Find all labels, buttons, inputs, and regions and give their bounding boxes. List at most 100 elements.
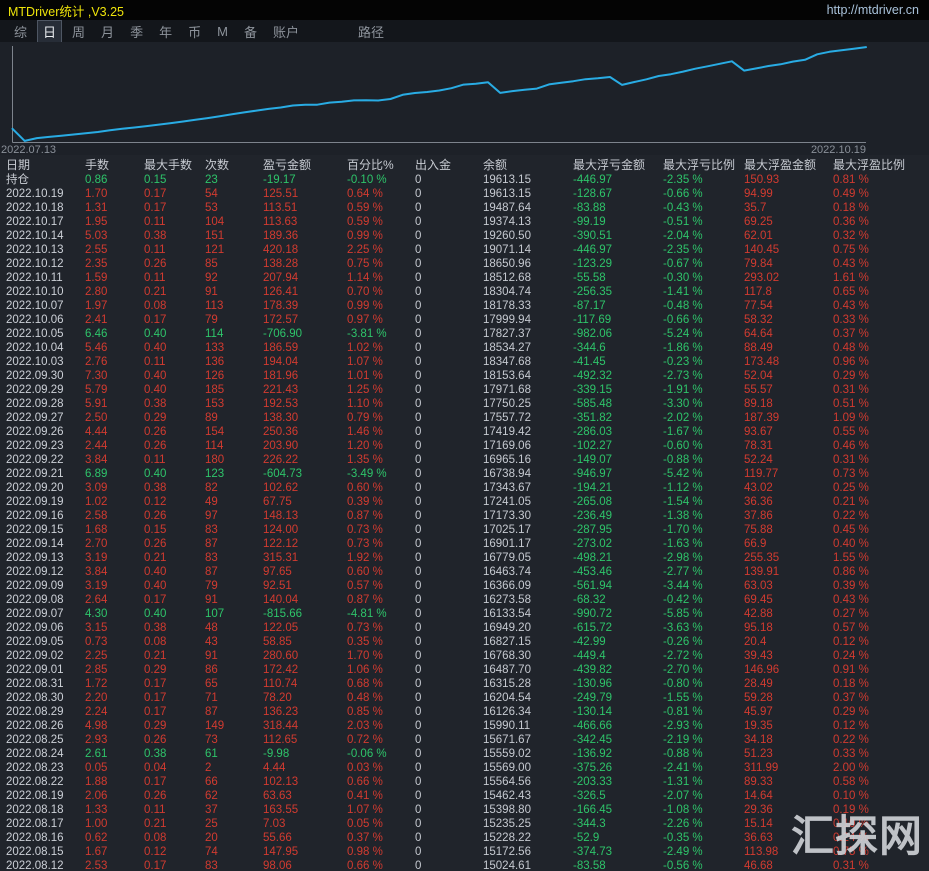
cell-date: 2022.09.23 [6, 440, 64, 452]
table-row[interactable]: 2022.09.23 2.44 0.26 114 203.90 1.20 % 0 17169.… [0, 439, 929, 453]
cell-max-float-profit: 14.64 [744, 790, 773, 802]
cell-pct: 0.37 % [347, 832, 383, 844]
table-row[interactable]: 2022.08.15 1.67 0.12 74 147.95 0.98 % 0 15172.5… [0, 845, 929, 859]
table-row[interactable]: 2022.09.05 0.73 0.08 43 58.85 0.35 % 0 16827.15… [0, 635, 929, 649]
cell-balance: 16779.05 [483, 552, 531, 564]
table-row[interactable]: 持仓 0.86 0.15 23 -19.17 -0.10 % 0 19613.15 -446.9… [0, 173, 929, 187]
col-header-max-float-profit-pct: 最大浮盈比例 [833, 158, 906, 172]
table-row[interactable]: 2022.10.18 1.31 0.17 53 113.51 0.59 % 0 19487.6… [0, 201, 929, 215]
table-row[interactable]: 2022.09.09 3.19 0.40 79 92.51 0.57 % 0 16366.09… [0, 579, 929, 593]
cell-max-float-profit: 64.64 [744, 328, 773, 340]
menu-item-M[interactable]: M [212, 23, 233, 40]
table-row[interactable]: 2022.10.07 1.97 0.08 113 178.39 0.99 % 0 18178.… [0, 299, 929, 313]
table-row[interactable]: 2022.10.03 2.76 0.11 136 194.04 1.07 % 0 18347.… [0, 355, 929, 369]
cell-date: 2022.09.12 [6, 566, 64, 578]
table-row[interactable]: 2022.09.01 2.85 0.29 86 172.42 1.06 % 0 16487.7… [0, 663, 929, 677]
table-row[interactable]: 2022.08.31 1.72 0.17 65 110.74 0.68 % 0 16315.2… [0, 677, 929, 691]
cell-trades: 85 [205, 258, 218, 270]
cell-pct: 0.79 % [347, 412, 383, 424]
table-row[interactable]: 2022.08.29 2.24 0.17 87 136.23 0.85 % 0 16126.3… [0, 705, 929, 719]
cell-trades: 83 [205, 524, 218, 536]
menu-item-日[interactable]: 日 [37, 19, 63, 43]
cell-max-lots: 0.26 [144, 790, 167, 802]
table-row[interactable]: 2022.09.28 5.91 0.38 153 192.53 1.10 % 0 17750.… [0, 397, 929, 411]
table-row[interactable]: 2022.10.14 5.03 0.38 151 189.36 0.99 % 0 19260.… [0, 229, 929, 243]
table-row[interactable]: 2022.08.16 0.62 0.08 20 55.66 0.37 % 0 15228.22… [0, 831, 929, 845]
table-row[interactable]: 2022.10.13 2.55 0.11 121 420.18 2.25 % 0 19071.… [0, 243, 929, 257]
table-row[interactable]: 2022.08.17 1.00 0.21 25 7.03 0.05 % 0 15235.25 -… [0, 817, 929, 831]
menu-item-账户[interactable]: 账户 [268, 21, 304, 42]
cell-trades: 92 [205, 272, 218, 284]
cell-pnl: 163.55 [263, 804, 299, 816]
table-row[interactable]: 2022.10.11 1.59 0.11 92 207.94 1.14 % 0 18512.6… [0, 271, 929, 285]
cell-max-float-loss: -42.99 [573, 636, 606, 648]
table-row[interactable]: 2022.10.10 2.80 0.21 91 126.41 0.70 % 0 18304.7… [0, 285, 929, 299]
cell-pct: 1.07 % [347, 804, 383, 816]
table-row[interactable]: 2022.10.12 2.35 0.26 85 138.28 0.75 % 0 18650.9… [0, 257, 929, 271]
cell-pnl: 192.53 [263, 398, 299, 410]
cell-max-float-loss: -561.94 [573, 580, 613, 592]
table-row[interactable]: 2022.08.26 4.98 0.29 149 318.44 2.03 % 0 15990.… [0, 719, 929, 733]
table-row[interactable]: 2022.09.20 3.09 0.38 82 102.62 0.60 % 0 17343.6… [0, 481, 929, 495]
cell-max-lots: 0.38 [144, 230, 167, 242]
cell-balance: 17169.06 [483, 440, 531, 452]
table-row[interactable]: 2022.09.13 3.19 0.21 83 315.31 1.92 % 0 16779.0… [0, 551, 929, 565]
site-url-link[interactable]: http://mtdriver.cn [827, 3, 919, 17]
table-row[interactable]: 2022.09.07 4.30 0.40 107 -815.66 -4.81 % 0 1613… [0, 607, 929, 621]
equity-chart-svg: 2022.07.13 2022.10.19 [1, 46, 867, 155]
table-row[interactable]: 2022.09.15 1.68 0.15 83 124.00 0.73 % 0 17025.1… [0, 523, 929, 537]
table-row[interactable]: 2022.08.25 2.93 0.26 73 112.65 0.72 % 0 15671.6… [0, 733, 929, 747]
menu-item-季[interactable]: 季 [125, 21, 148, 42]
cell-date: 2022.08.17 [6, 818, 64, 830]
cell-pnl: 78.20 [263, 692, 292, 704]
table-row[interactable]: 2022.09.16 2.58 0.26 97 148.13 0.87 % 0 17173.3… [0, 509, 929, 523]
table-row[interactable]: 2022.08.22 1.88 0.17 66 102.13 0.66 % 0 15564.5… [0, 775, 929, 789]
cell-pct: 0.66 % [347, 860, 383, 871]
table-row[interactable]: 2022.10.19 1.70 0.17 54 125.51 0.64 % 0 19613.1… [0, 187, 929, 201]
cell-balance: 15990.11 [483, 720, 531, 732]
table-row[interactable]: 2022.08.19 2.06 0.26 62 63.63 0.41 % 0 15462.43… [0, 789, 929, 803]
cell-lots: 3.84 [85, 454, 108, 466]
table-row[interactable]: 2022.08.18 1.33 0.11 37 163.55 1.07 % 0 15398.8… [0, 803, 929, 817]
cell-max-float-loss: -615.72 [573, 622, 613, 634]
table-row[interactable]: 2022.09.21 6.89 0.40 123 -604.73 -3.49 % 0 1673… [0, 467, 929, 481]
menu-item-年[interactable]: 年 [154, 21, 177, 42]
menu-item-币[interactable]: 币 [183, 21, 206, 42]
menu-item-备[interactable]: 备 [239, 21, 262, 42]
menu-item-综[interactable]: 综 [9, 21, 32, 42]
col-header-date: 日期 [6, 158, 31, 172]
menu-item-路径[interactable]: 路径 [353, 21, 389, 42]
cell-max-float-loss: -982.06 [573, 328, 613, 340]
menu-item-月[interactable]: 月 [96, 21, 119, 42]
cell-max-float-profit: 69.25 [744, 216, 773, 228]
cell-trades: 25 [205, 818, 218, 830]
table-row[interactable]: 2022.09.19 1.02 0.12 49 67.75 0.39 % 0 17241.05… [0, 495, 929, 509]
cell-pnl: 138.30 [263, 412, 299, 424]
table-row[interactable]: 2022.09.02 2.25 0.21 91 280.60 1.70 % 0 16768.3… [0, 649, 929, 663]
cell-trades: 149 [205, 720, 225, 732]
table-row[interactable]: 2022.10.06 2.41 0.17 79 172.57 0.97 % 0 17999.9… [0, 313, 929, 327]
table-row[interactable]: 2022.10.17 1.95 0.11 104 113.63 0.59 % 0 19374.… [0, 215, 929, 229]
table-row[interactable]: 2022.08.12 2.53 0.17 83 98.06 0.66 % 0 15024.61… [0, 859, 929, 871]
table-row[interactable]: 2022.09.29 5.79 0.40 185 221.43 1.25 % 0 17971.… [0, 383, 929, 397]
table-row[interactable]: 2022.08.23 0.05 0.04 2 4.44 0.03 % 0 15569.00 -3… [0, 761, 929, 775]
table-row[interactable]: 2022.09.14 2.70 0.26 87 122.12 0.73 % 0 16901.1… [0, 537, 929, 551]
cell-max-float-loss: -375.26 [573, 762, 613, 774]
menu-item-周[interactable]: 周 [67, 21, 90, 42]
cell-trades: 114 [205, 328, 224, 340]
table-row[interactable]: 2022.09.08 2.64 0.17 91 140.04 0.87 % 0 16273.5… [0, 593, 929, 607]
cell-pnl: 98.06 [263, 860, 292, 871]
table-row[interactable]: 2022.09.30 7.30 0.40 126 181.96 1.01 % 0 18153.… [0, 369, 929, 383]
cell-pnl: -604.73 [263, 468, 303, 480]
table-row[interactable]: 2022.09.06 3.15 0.38 48 122.05 0.73 % 0 16949.2… [0, 621, 929, 635]
table-row[interactable]: 2022.09.27 2.50 0.29 89 138.30 0.79 % 0 17557.7… [0, 411, 929, 425]
table-row[interactable]: 2022.10.05 6.46 0.40 114 -706.90 -3.81 % 0 1782… [0, 327, 929, 341]
table-row[interactable]: 2022.09.22 3.84 0.11 180 226.22 1.35 % 0 16965.… [0, 453, 929, 467]
cell-date: 2022.10.13 [6, 244, 64, 256]
table-row[interactable]: 2022.10.04 5.46 0.40 133 186.59 1.02 % 0 18534.… [0, 341, 929, 355]
table-row[interactable]: 2022.09.26 4.44 0.26 154 250.36 1.46 % 0 17419.… [0, 425, 929, 439]
table-row[interactable]: 2022.09.12 3.84 0.40 87 97.65 0.60 % 0 16463.74… [0, 565, 929, 579]
cell-pnl: 92.51 [263, 580, 292, 592]
table-row[interactable]: 2022.08.24 2.61 0.38 61 -9.98 -0.06 % 0 15559.0… [0, 747, 929, 761]
table-row[interactable]: 2022.08.30 2.20 0.17 71 78.20 0.48 % 0 16204.54… [0, 691, 929, 705]
